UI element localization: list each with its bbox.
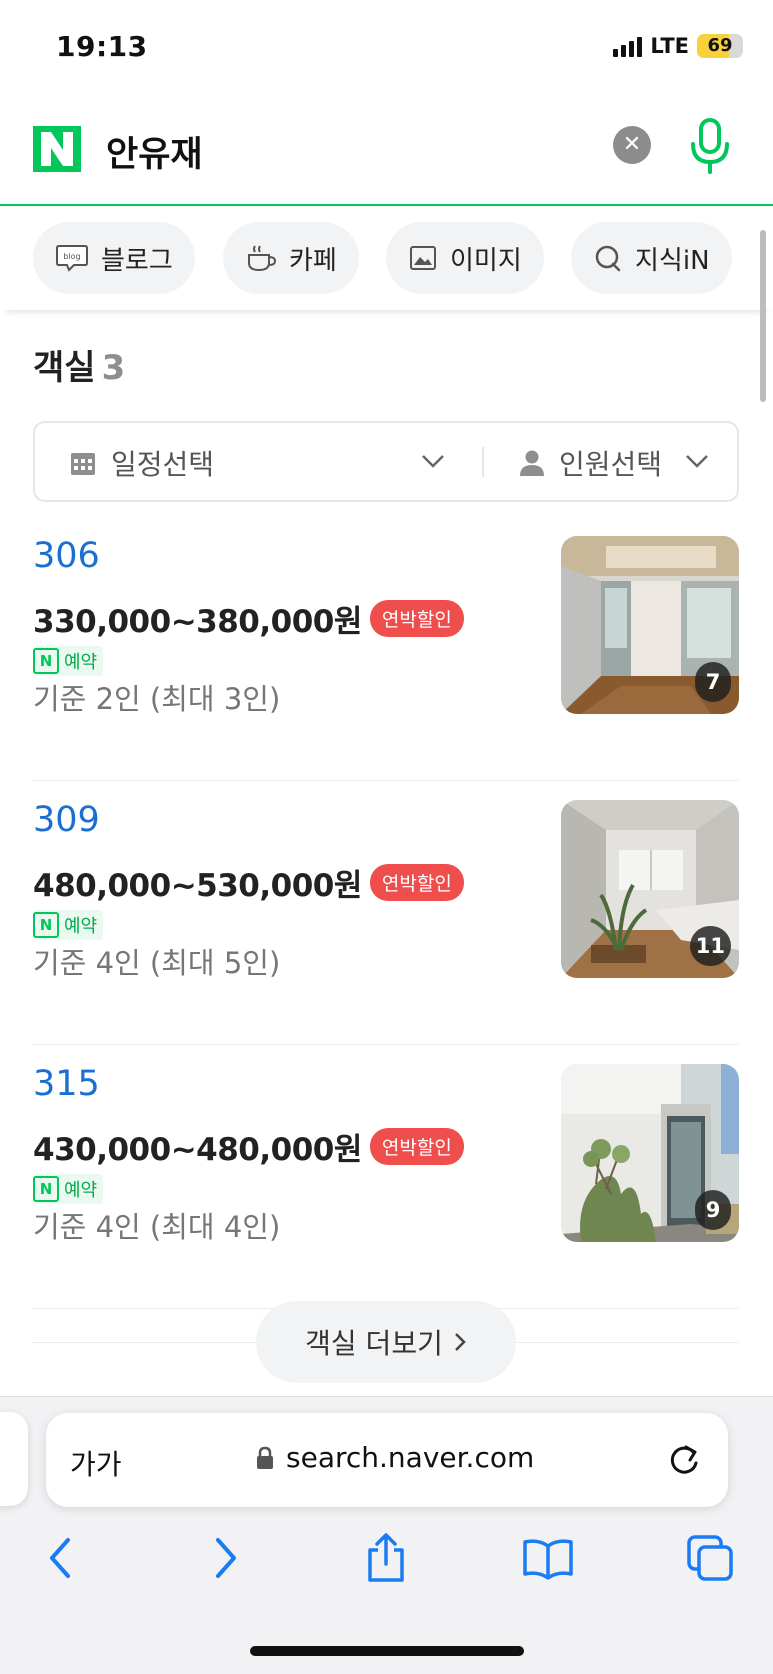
- room-count: 3: [101, 348, 126, 388]
- url-text: search.naver.com: [286, 1441, 535, 1474]
- naver-booking-icon: N: [33, 912, 59, 938]
- reload-icon[interactable]: [666, 1439, 702, 1479]
- bookmarks-icon[interactable]: [518, 1528, 578, 1588]
- reserve-label: 예약: [64, 1180, 98, 1201]
- signal-icon: [613, 35, 643, 57]
- back-arrow-icon[interactable]: [30, 1528, 90, 1588]
- share-icon[interactable]: [356, 1528, 416, 1588]
- room-item[interactable]: 306 330,000~380,000원 연박할인 N 예약 기준 2인 (최대…: [33, 518, 739, 781]
- photo-count: 11: [689, 926, 731, 966]
- image-icon: [410, 246, 436, 270]
- people-select[interactable]: 인원선택: [519, 443, 662, 483]
- room-name[interactable]: 309: [33, 800, 100, 840]
- date-select[interactable]: 일정선택: [69, 443, 214, 483]
- reserve-badge[interactable]: N 예약: [33, 646, 104, 676]
- tab-label: 이미지: [450, 245, 522, 276]
- photo-count: 7: [695, 662, 731, 702]
- tab-cafe[interactable]: 카페: [223, 222, 359, 294]
- room-capacity: 기준 4인 (최대 5인): [33, 946, 281, 980]
- discount-badge: 연박할인: [369, 864, 464, 901]
- room-price-row: 330,000~380,000원 연박할인: [33, 596, 464, 641]
- section-title: 객실 3: [33, 340, 125, 389]
- reserve-badge[interactable]: N 예약: [33, 1174, 104, 1204]
- tab-knowledge[interactable]: 지식iN: [571, 222, 732, 294]
- room-price-row: 430,000~480,000원 연박할인: [33, 1124, 464, 1169]
- status-time: 19:13: [56, 30, 148, 63]
- blog-icon: blog: [56, 245, 88, 272]
- tabs-icon[interactable]: [680, 1528, 740, 1588]
- room-photo[interactable]: 9: [561, 1064, 739, 1242]
- lock-icon: [257, 1446, 273, 1469]
- chevron-down-icon[interactable]: [685, 453, 709, 469]
- room-price: 480,000~530,000원: [33, 868, 362, 904]
- room-item[interactable]: 315 430,000~480,000원 연박할인 N 예약 기준 4인 (최대…: [33, 1046, 739, 1309]
- svg-text:blog: blog: [63, 252, 80, 261]
- cafe-icon: [248, 245, 277, 272]
- room-price-row: 480,000~530,000원 연박할인: [33, 860, 464, 905]
- naver-booking-icon: N: [33, 1176, 59, 1202]
- person-icon: [520, 450, 544, 476]
- naver-logo[interactable]: [33, 126, 81, 172]
- room-photo[interactable]: 11: [561, 800, 739, 978]
- tab-label: 카페: [289, 245, 337, 276]
- battery-icon: 69: [697, 34, 743, 58]
- previous-tab-preview[interactable]: [0, 1412, 28, 1506]
- room-price: 330,000~380,000원: [33, 604, 362, 640]
- room-photo[interactable]: 7: [561, 536, 739, 714]
- people-select-label: 인원선택: [559, 448, 663, 481]
- discount-badge: 연박할인: [369, 600, 464, 637]
- naver-booking-icon: N: [33, 648, 59, 674]
- discount-badge: 연박할인: [369, 1128, 464, 1165]
- room-price: 430,000~480,000원: [33, 1132, 362, 1168]
- room-name[interactable]: 315: [33, 1064, 100, 1104]
- room-name[interactable]: 306: [33, 536, 100, 576]
- status-bar: 19:13 LTE 69: [0, 0, 773, 96]
- reserve-label: 예약: [64, 916, 98, 937]
- address-bar[interactable]: 가가 search.naver.com: [46, 1413, 728, 1507]
- reserve-label: 예약: [64, 652, 98, 673]
- filter-divider: [482, 447, 484, 477]
- knowledge-icon: [595, 245, 621, 272]
- more-rooms-button[interactable]: 객실 더보기: [256, 1301, 516, 1383]
- more-rooms-label: 객실 더보기: [305, 1327, 443, 1360]
- calendar-icon: [71, 453, 95, 475]
- status-indicators: LTE 69: [613, 34, 743, 58]
- close-icon[interactable]: ✕: [613, 126, 651, 164]
- tab-label: 지식iN: [635, 245, 710, 276]
- reserve-badge[interactable]: N 예약: [33, 910, 104, 940]
- chevron-down-icon[interactable]: [421, 453, 445, 469]
- date-select-label: 일정선택: [111, 448, 215, 481]
- network-type: LTE: [650, 34, 689, 58]
- forward-arrow-icon[interactable]: [196, 1528, 256, 1588]
- tab-blog[interactable]: blog 블로그: [33, 222, 195, 294]
- room-item[interactable]: 309 480,000~530,000원 연박할인 N 예약 기준 4인 (최대…: [33, 782, 739, 1045]
- home-indicator[interactable]: [250, 1646, 524, 1656]
- search-query[interactable]: 안유재: [106, 126, 203, 177]
- chevron-right-icon: [454, 1333, 466, 1351]
- url-display[interactable]: search.naver.com: [256, 1441, 534, 1474]
- scrollbar[interactable]: [760, 230, 766, 402]
- tab-label: 블로그: [101, 245, 173, 276]
- section-title-text: 객실: [33, 348, 96, 388]
- tab-image[interactable]: 이미지: [386, 222, 544, 294]
- room-capacity: 기준 4인 (최대 4인): [33, 1210, 281, 1244]
- text-size-button[interactable]: 가가: [70, 1443, 122, 1483]
- search-header: 안유재 ✕: [0, 96, 773, 206]
- microphone-icon[interactable]: [686, 116, 734, 176]
- room-filter: 일정선택 인원선택: [33, 421, 739, 502]
- photo-count: 9: [695, 1190, 731, 1230]
- browser-toolbar: [0, 1528, 773, 1588]
- search-tabs: blog 블로그 카페 이미지 지식iN: [0, 208, 773, 310]
- room-capacity: 기준 2인 (최대 3인): [33, 682, 281, 716]
- battery-percent: 69: [707, 35, 733, 56]
